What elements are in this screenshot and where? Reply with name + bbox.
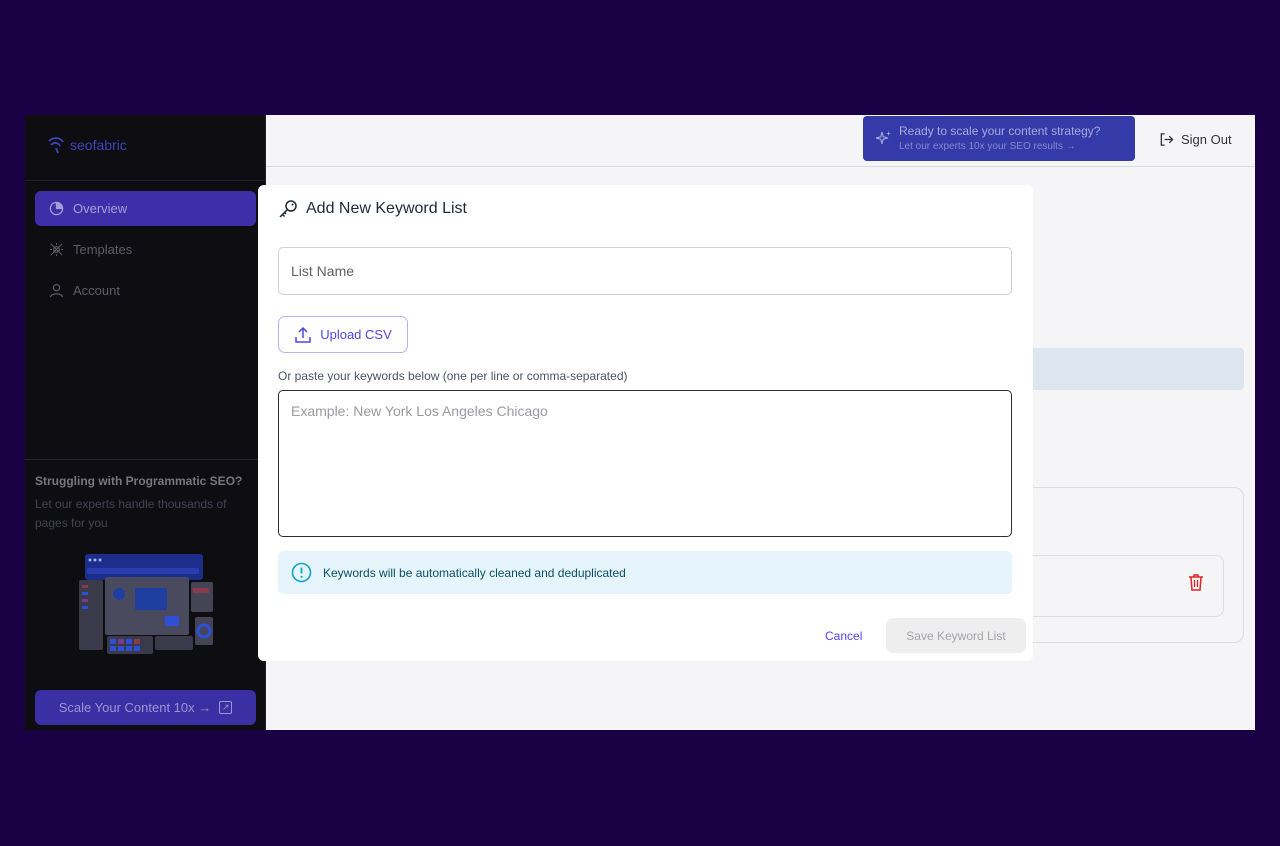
top-bar: Ready to scale your content strategy? Le…: [266, 115, 1255, 167]
scale-content-button[interactable]: Scale Your Content 10x → ↗: [35, 690, 256, 725]
scale-button-label: Scale Your Content 10x →: [58, 700, 212, 715]
brand-name: seofabric: [70, 137, 127, 153]
sidebar: seofabric Overview Templates Account Str…: [25, 115, 266, 730]
keywords-textarea[interactable]: [278, 390, 1012, 537]
sidebar-nav: Overview Templates Account: [35, 191, 256, 314]
sidebar-item-label: Overview: [73, 201, 128, 216]
dashboard-illustration: [79, 554, 213, 654]
sidebar-item-label: Templates: [73, 242, 133, 257]
info-text: Keywords will be automatically cleaned a…: [323, 565, 626, 580]
upload-csv-button[interactable]: Upload CSV: [278, 316, 408, 353]
modal-title: Add New Keyword List: [278, 199, 467, 219]
upload-csv-label: Upload CSV: [320, 327, 392, 342]
info-circle-icon: [291, 562, 312, 583]
expert-cta-banner[interactable]: Ready to scale your content strategy? Le…: [863, 116, 1135, 161]
sparkles-icon: [876, 131, 891, 145]
sign-out-icon: [1160, 133, 1174, 146]
sidebar-divider: [25, 180, 266, 181]
key-icon: [279, 200, 297, 218]
promo-title: Struggling with Programmatic SEO?: [35, 474, 243, 488]
modal-title-text: Add New Keyword List: [306, 200, 467, 217]
sidebar-item-account[interactable]: Account: [35, 273, 256, 308]
list-name-input[interactable]: [278, 247, 1012, 295]
paste-keywords-label: Or paste your keywords below (one per li…: [278, 369, 628, 383]
sidebar-item-label: Account: [73, 283, 120, 298]
cta-subtitle: Let our experts 10x your SEO results →: [899, 141, 1076, 152]
user-icon: [49, 283, 64, 298]
pie-chart-icon: [49, 201, 64, 216]
external-link-icon: ↗: [219, 701, 233, 714]
info-notice: Keywords will be automatically cleaned a…: [278, 551, 1012, 594]
brand-logo[interactable]: seofabric: [47, 135, 127, 155]
sign-out-label: Sign Out: [1181, 132, 1232, 147]
add-keyword-list-modal: Add New Keyword List Upload CSV Or paste…: [258, 185, 1033, 661]
promo-text: Let our experts handle thousands of page…: [35, 497, 227, 530]
cta-title: Ready to scale your content strategy?: [899, 124, 1101, 138]
sign-out-button[interactable]: Sign Out: [1159, 132, 1232, 147]
promo-divider: [25, 459, 266, 460]
background-notice: [1025, 348, 1244, 390]
upload-icon: [295, 326, 311, 343]
sparkle-cross-icon: [49, 242, 64, 257]
logo-icon: [48, 137, 64, 154]
cancel-button[interactable]: Cancel: [825, 629, 862, 643]
sidebar-item-overview[interactable]: Overview: [35, 191, 256, 226]
save-keyword-list-button[interactable]: Save Keyword List: [886, 618, 1026, 653]
sidebar-item-templates[interactable]: Templates: [35, 232, 256, 267]
trash-icon[interactable]: [1188, 573, 1204, 591]
